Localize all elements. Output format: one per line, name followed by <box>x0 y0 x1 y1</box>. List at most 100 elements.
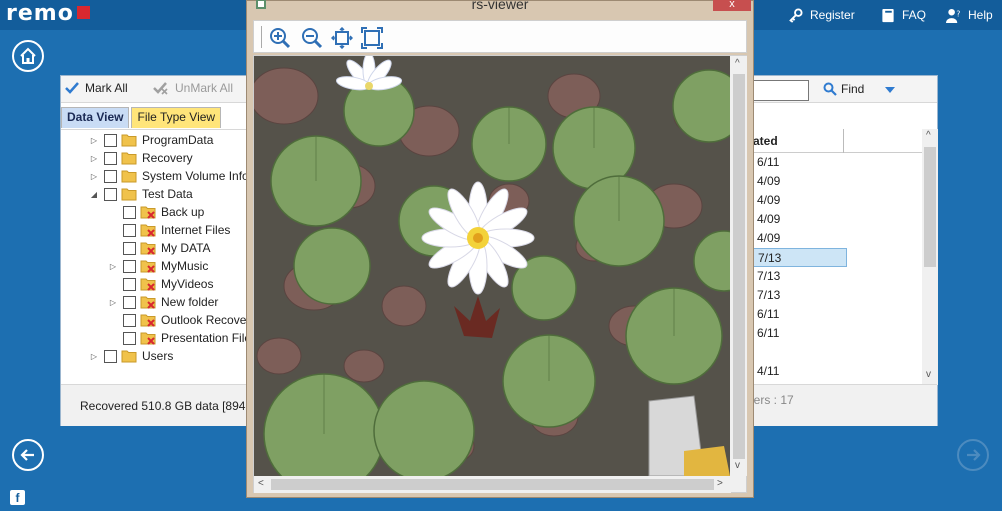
tree-item[interactable]: Outlook Recover <box>108 311 246 329</box>
back-button[interactable] <box>12 439 44 471</box>
tab-data-view[interactable]: Data View <box>61 107 130 128</box>
find-options-dropdown[interactable] <box>885 87 895 93</box>
tree-item[interactable]: Presentation File <box>108 329 246 347</box>
tree-item[interactable]: ▷ System Volume Info <box>89 167 247 185</box>
scroll-up-arrow-icon[interactable]: ^ <box>926 128 931 144</box>
list-row[interactable]: 4/11 <box>747 362 847 381</box>
home-button[interactable] <box>12 40 44 72</box>
list-row[interactable]: 7/13 <box>747 267 847 286</box>
column-divider[interactable] <box>843 129 844 153</box>
viewer-scroll-left-icon[interactable]: < <box>258 476 264 492</box>
close-button[interactable]: x <box>713 0 751 11</box>
tree-item-checkbox[interactable] <box>104 349 117 363</box>
close-icon: x <box>729 0 735 10</box>
viewer-scroll-up-icon[interactable]: ^ <box>735 56 740 72</box>
viewer-hscroll-thumb[interactable] <box>271 479 714 490</box>
svg-text:?: ? <box>956 9 960 18</box>
folder-icon <box>121 170 137 183</box>
deleted-folder-icon <box>140 242 156 255</box>
zoom-out-button[interactable] <box>300 26 324 50</box>
search-icon <box>823 82 837 96</box>
zoom-in-button[interactable] <box>268 26 292 50</box>
tree-item[interactable]: ▷ New folder <box>108 293 218 311</box>
viewer-title-bar[interactable]: rs-viewer x <box>247 0 753 15</box>
find-button[interactable]: Find <box>823 82 864 96</box>
list-vertical-scrollbar[interactable]: ^ v <box>922 129 938 385</box>
date-column-label: ated <box>753 134 778 148</box>
tree-item[interactable]: ◢ Test Data <box>89 185 193 203</box>
list-row[interactable] <box>747 343 847 362</box>
tree-item-checkbox[interactable] <box>123 241 136 255</box>
tree-item[interactable]: ▷ Recovery <box>89 149 193 167</box>
register-link[interactable]: Register <box>788 6 855 24</box>
tab-file-type-view[interactable]: File Type View <box>131 107 222 128</box>
list-row[interactable]: 6/11 <box>747 305 847 324</box>
fit-to-window-button[interactable] <box>330 26 354 50</box>
tree-item-label: Test Data <box>142 187 193 201</box>
tree-item-label: MyVideos <box>161 277 214 291</box>
date-column-header[interactable]: ated <box>747 129 922 153</box>
tree-item-checkbox[interactable] <box>123 259 136 273</box>
view-tabs: Data View File Type View <box>61 107 223 129</box>
tree-item-checkbox[interactable] <box>104 151 117 165</box>
tree-item-label: System Volume Info <box>142 169 247 183</box>
next-button[interactable] <box>957 439 989 471</box>
tree-item-checkbox[interactable] <box>123 205 136 219</box>
list-row[interactable]: 4/09 <box>747 210 847 229</box>
tree-item-label: New folder <box>161 295 219 309</box>
viewer-vertical-scrollbar[interactable]: ^ v <box>731 56 747 476</box>
toolbar-divider <box>261 26 262 48</box>
list-row[interactable]: 6/11 <box>747 324 847 343</box>
unmark-all-button[interactable]: UnMark All <box>153 81 233 95</box>
water-lily-image[interactable] <box>254 56 730 476</box>
tree-item-checkbox[interactable] <box>123 313 136 327</box>
register-label: Register <box>810 8 855 22</box>
tree-item[interactable]: ▷ ProgramData <box>89 131 213 149</box>
expand-toggle-icon[interactable]: ▷ <box>108 298 118 307</box>
list-row[interactable]: 4/09 <box>747 229 847 248</box>
tree-item-checkbox[interactable] <box>123 277 136 291</box>
tree-item-checkbox[interactable] <box>104 187 117 201</box>
list-row[interactable]: 6/11 <box>747 153 847 172</box>
tree-item[interactable]: Back up <box>108 203 204 221</box>
viewer-vscroll-thumb[interactable] <box>733 74 745 459</box>
facebook-icon[interactable]: f <box>10 490 25 505</box>
tree-item[interactable]: MyVideos <box>108 275 213 293</box>
viewer-toolbar <box>253 20 747 53</box>
list-row[interactable]: 7/13 <box>747 286 847 305</box>
tree-item-checkbox[interactable] <box>123 331 136 345</box>
mark-all-button[interactable]: Mark All <box>65 81 128 95</box>
checkmark-icon <box>65 82 79 94</box>
tree-item-checkbox[interactable] <box>123 223 136 237</box>
list-row[interactable]: 4/09 <box>747 172 847 191</box>
folder-icon <box>121 188 137 201</box>
deleted-folder-icon <box>140 260 156 273</box>
scroll-down-arrow-icon[interactable]: v <box>926 367 931 383</box>
home-icon <box>20 47 36 64</box>
list-row[interactable]: 4/09 <box>747 191 847 210</box>
viewer-scroll-down-icon[interactable]: v <box>735 458 740 474</box>
tree-item[interactable]: ▷ Users <box>89 347 173 365</box>
tree-item-checkbox[interactable] <box>123 295 136 309</box>
expand-toggle-icon[interactable]: ▷ <box>89 154 99 163</box>
tree-item-checkbox[interactable] <box>104 133 117 147</box>
tree-item-checkbox[interactable] <box>104 169 117 183</box>
help-link[interactable]: ? Help <box>946 6 993 24</box>
list-row[interactable]: 7/13 <box>747 248 847 267</box>
mark-all-label: Mark All <box>85 81 128 95</box>
expand-toggle-icon[interactable]: ▷ <box>108 262 118 271</box>
tree-item[interactable]: Internet Files <box>108 221 230 239</box>
faq-link[interactable]: FAQ <box>881 6 926 24</box>
expand-toggle-icon[interactable]: ▷ <box>89 136 99 145</box>
full-screen-button[interactable] <box>360 26 384 50</box>
expand-toggle-icon[interactable]: ◢ <box>89 190 99 199</box>
arrow-right-icon <box>967 449 981 461</box>
expand-toggle-icon[interactable]: ▷ <box>89 352 99 361</box>
viewer-horizontal-scrollbar[interactable]: < > <box>254 476 731 493</box>
tree-item[interactable]: ▷ MyMusic <box>108 257 208 275</box>
viewer-scroll-right-icon[interactable]: > <box>717 476 723 492</box>
search-input[interactable] <box>749 80 809 101</box>
expand-toggle-icon[interactable]: ▷ <box>89 172 99 181</box>
tree-item[interactable]: My DATA <box>108 239 211 257</box>
list-scroll-thumb[interactable] <box>924 147 936 267</box>
